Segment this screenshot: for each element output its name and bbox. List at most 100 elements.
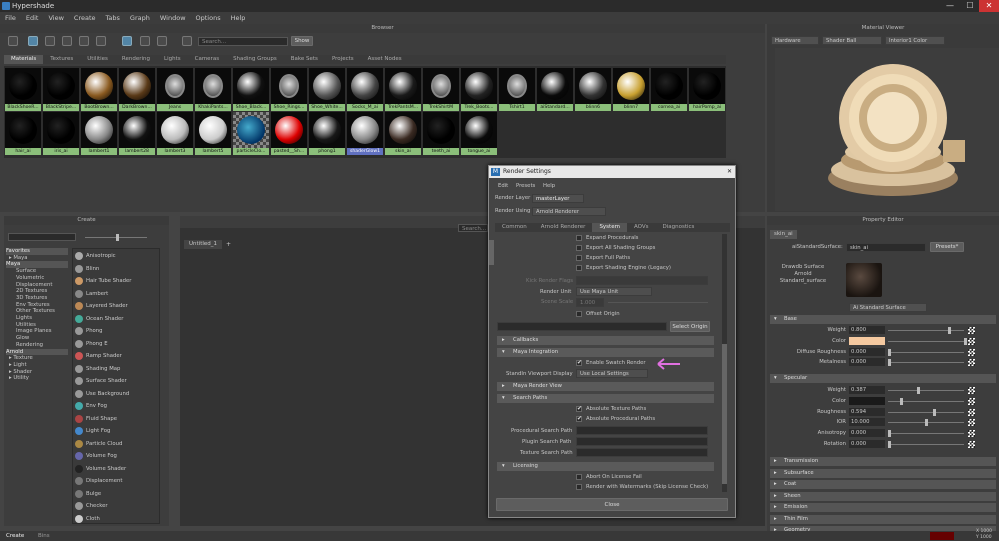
tree-item[interactable]: Favorites bbox=[6, 248, 68, 255]
material-swatch[interactable]: shaderGlow1 bbox=[347, 112, 383, 155]
attr-slider[interactable] bbox=[888, 362, 964, 364]
property-section[interactable]: Emission bbox=[770, 503, 996, 512]
surface-name-field[interactable]: skin_ai bbox=[846, 243, 926, 252]
attr-slider-knob[interactable] bbox=[900, 397, 903, 405]
environment-dropdown[interactable]: Interior1 Color bbox=[885, 36, 945, 45]
node-type-item[interactable]: Ocean Shader bbox=[73, 313, 159, 325]
material-swatch[interactable]: lambert5 bbox=[195, 112, 231, 155]
menu-window[interactable]: Window bbox=[155, 12, 191, 24]
node-type-item[interactable]: Surface Shader bbox=[73, 375, 159, 387]
export-shading-engine-checkbox[interactable] bbox=[576, 265, 582, 271]
node-type-item[interactable]: Layered Shader bbox=[73, 300, 159, 312]
node-type-item[interactable]: Particle Cloud bbox=[73, 438, 159, 450]
material-swatch[interactable]: iris_ai bbox=[43, 112, 79, 155]
map-button-icon[interactable] bbox=[968, 441, 975, 448]
sort-time-icon[interactable] bbox=[96, 36, 106, 46]
enable-swatch-checkbox[interactable] bbox=[576, 359, 582, 366]
material-swatch[interactable]: blinn7 bbox=[613, 68, 649, 111]
rs-menu-edit[interactable]: Edit bbox=[498, 182, 508, 190]
node-type-item[interactable]: Phong bbox=[73, 325, 159, 337]
attr-field[interactable]: 10.000 bbox=[849, 418, 885, 427]
texture-path-field[interactable] bbox=[576, 448, 708, 457]
shape-dropdown[interactable]: Shader Ball bbox=[822, 36, 882, 45]
rs-menu-presets[interactable]: Presets bbox=[516, 182, 535, 190]
menu-file[interactable]: File bbox=[0, 12, 21, 24]
base-section[interactable]: Base bbox=[770, 315, 996, 324]
render-layer-dropdown[interactable]: masterLayer bbox=[532, 194, 584, 203]
tab-untitled[interactable]: Untitled_1 bbox=[184, 240, 223, 249]
tab-arnold-renderer[interactable]: Arnold Renderer bbox=[534, 223, 593, 232]
map-button-icon[interactable] bbox=[968, 337, 975, 345]
material-swatch[interactable]: aiStandard... bbox=[537, 68, 573, 111]
export-all-sg-checkbox[interactable] bbox=[576, 245, 582, 251]
callbacks-section[interactable]: Callbacks bbox=[497, 336, 714, 345]
material-swatch[interactable]: skin_ai bbox=[385, 112, 421, 155]
node-type-item[interactable]: Cloth bbox=[73, 513, 159, 525]
tree-item[interactable]: Lights bbox=[6, 315, 68, 322]
node-type-item[interactable]: Use Background bbox=[73, 388, 159, 400]
map-button-icon[interactable] bbox=[968, 408, 975, 416]
material-swatch[interactable]: cornea_ai bbox=[651, 68, 687, 111]
plugin-path-field[interactable] bbox=[576, 437, 708, 446]
material-swatch[interactable]: Trek_Boots... bbox=[461, 68, 497, 111]
map-button-icon[interactable] bbox=[968, 419, 975, 427]
attr-slider[interactable] bbox=[888, 444, 964, 445]
tab-lights[interactable]: Lights bbox=[157, 55, 188, 64]
rs-menu-help[interactable]: Help bbox=[543, 182, 555, 190]
tab-create-bottom[interactable]: Create bbox=[6, 531, 24, 541]
tab-shading-groups[interactable]: Shading Groups bbox=[226, 55, 284, 64]
property-section[interactable]: Thin Film bbox=[770, 514, 996, 524]
tree-item[interactable]: Arnold bbox=[6, 348, 68, 356]
tab-utilities[interactable]: Utilities bbox=[80, 55, 115, 64]
tab-bins[interactable]: Bins bbox=[38, 531, 50, 541]
scene-scale-slider[interactable] bbox=[608, 302, 708, 303]
attr-field[interactable]: 0.000 bbox=[849, 440, 885, 448]
add-tab-button[interactable]: + bbox=[226, 240, 231, 249]
attr-field[interactable]: 0.000 bbox=[849, 429, 885, 438]
node-type-item[interactable]: Bulge bbox=[73, 488, 159, 500]
rs-left-scroll-thumb[interactable] bbox=[489, 240, 494, 265]
menu-tabs[interactable]: Tabs bbox=[101, 12, 125, 24]
dialog-close-icon[interactable]: ✕ bbox=[727, 166, 732, 178]
map-button-icon[interactable] bbox=[968, 359, 975, 367]
abort-license-checkbox[interactable] bbox=[576, 474, 582, 480]
attr-slider-knob[interactable] bbox=[964, 337, 967, 345]
tab-common[interactable]: Common bbox=[495, 223, 534, 232]
search-paths-section[interactable]: Search Paths bbox=[497, 394, 714, 403]
small-icons-icon[interactable] bbox=[122, 36, 132, 46]
attr-field[interactable] bbox=[849, 396, 885, 405]
material-swatch[interactable]: pasted__Sh... bbox=[271, 112, 307, 155]
attr-field[interactable]: 0.000 bbox=[849, 358, 885, 367]
rs-close-button[interactable]: Close bbox=[496, 498, 728, 511]
property-section[interactable]: Coat bbox=[770, 480, 996, 489]
map-button-icon[interactable] bbox=[968, 430, 975, 438]
filter-icon[interactable] bbox=[182, 36, 192, 46]
minimize-button[interactable]: — bbox=[940, 0, 960, 12]
tree-item[interactable]: Rendering bbox=[6, 342, 68, 349]
rs-scroll-thumb[interactable] bbox=[722, 344, 727, 484]
node-type-item[interactable]: Fluid Shape bbox=[73, 413, 159, 425]
specular-section[interactable]: Specular bbox=[770, 374, 996, 383]
attr-field[interactable] bbox=[849, 336, 885, 345]
tree-item[interactable]: Other Textures bbox=[6, 308, 68, 315]
select-origin-button[interactable]: Select Origin bbox=[670, 321, 710, 332]
material-swatch[interactable]: Shoe_Rings... bbox=[271, 68, 307, 111]
material-swatch[interactable]: lambert1 bbox=[81, 112, 117, 155]
node-type-item[interactable]: Volume Fog bbox=[73, 450, 159, 462]
absolute-procedural-paths-checkbox[interactable] bbox=[576, 415, 582, 422]
property-section[interactable]: Transmission bbox=[770, 457, 996, 466]
graph-materials-icon[interactable] bbox=[8, 36, 18, 46]
watermarks-checkbox[interactable] bbox=[576, 484, 582, 490]
list-view-icon[interactable] bbox=[45, 36, 55, 46]
expand-procedurals-checkbox[interactable] bbox=[576, 235, 582, 241]
type-dropdown[interactable]: Ai Standard Surface bbox=[849, 303, 927, 312]
menu-view[interactable]: View bbox=[43, 12, 68, 24]
scene-scale-field[interactable]: 1.000 bbox=[576, 298, 604, 307]
tab-rendering[interactable]: Rendering bbox=[115, 55, 157, 64]
offset-origin-checkbox[interactable] bbox=[576, 311, 582, 317]
tab-system[interactable]: System bbox=[592, 223, 627, 232]
sort-name-icon[interactable] bbox=[62, 36, 72, 46]
attr-slider-knob[interactable] bbox=[888, 348, 891, 356]
tree-item[interactable]: Glow bbox=[6, 335, 68, 342]
material-swatch[interactable]: blinn6 bbox=[575, 68, 611, 111]
